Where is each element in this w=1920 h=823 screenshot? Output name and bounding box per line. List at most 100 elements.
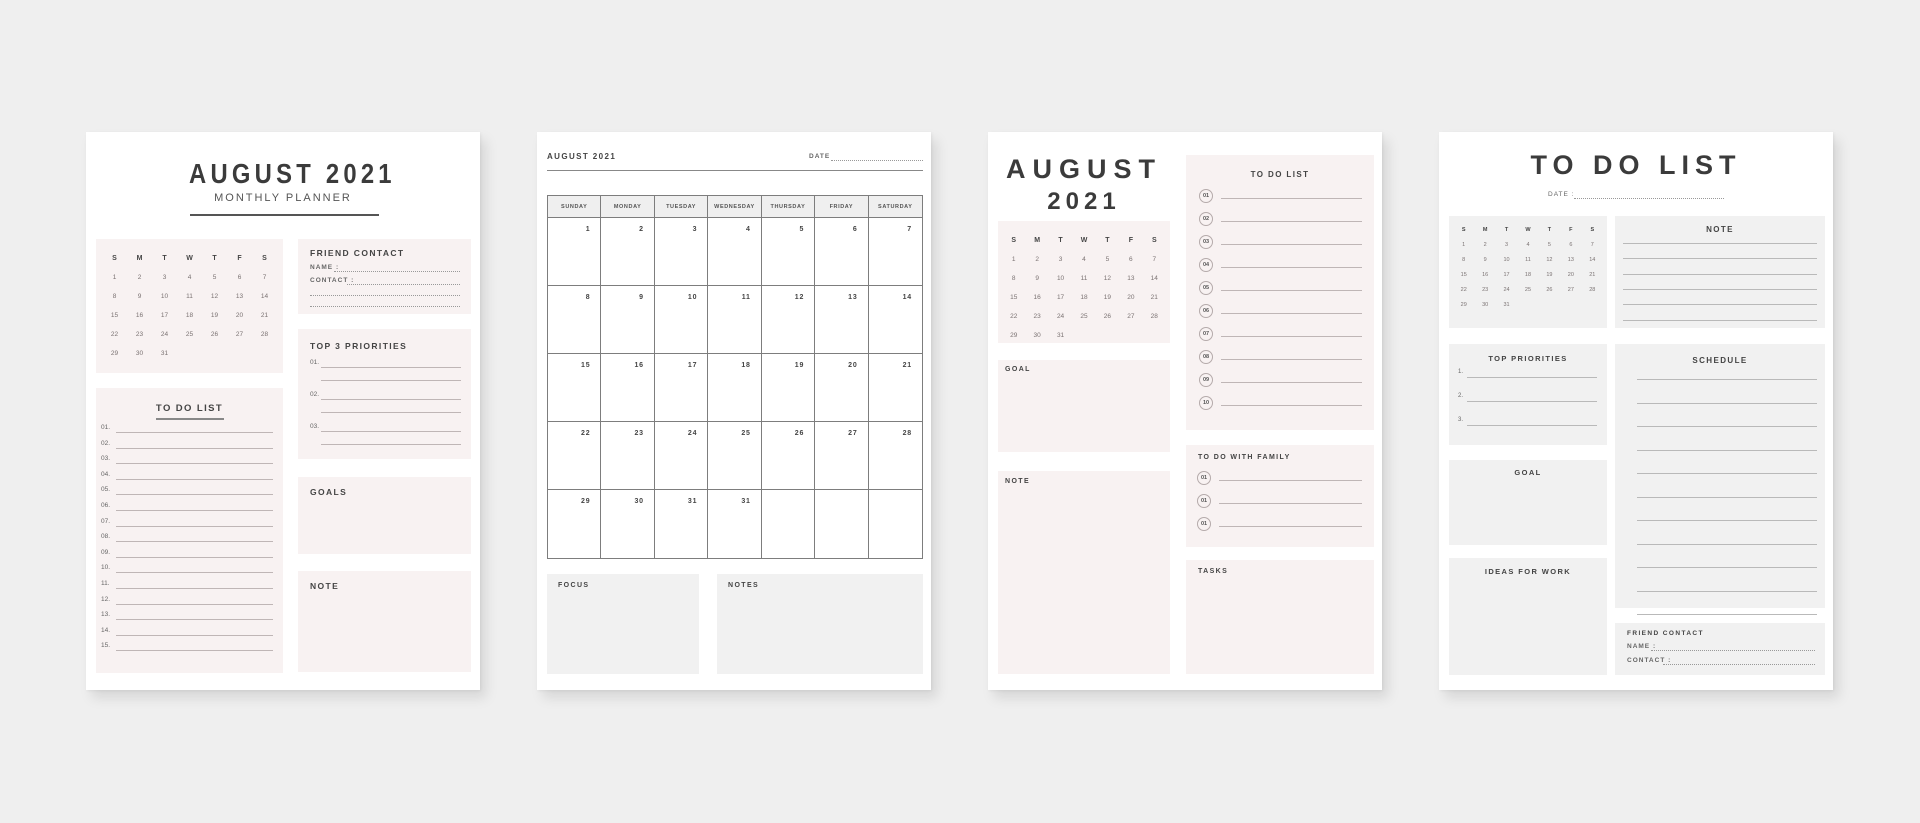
calendar-day[interactable]: 22 — [1002, 307, 1025, 326]
calendar-day-cell[interactable]: 18 — [708, 354, 762, 422]
calendar-day[interactable]: 30 — [1474, 298, 1495, 313]
calendar-day[interactable]: 14 — [252, 287, 277, 306]
calendar-day[interactable]: 31 — [1049, 326, 1072, 345]
calendar-day[interactable]: 18 — [1072, 288, 1095, 307]
todo-line[interactable] — [1221, 244, 1362, 245]
schedule-line[interactable] — [1637, 473, 1817, 474]
goals-box[interactable]: GOALS — [298, 477, 471, 554]
calendar-day[interactable]: 8 — [102, 287, 127, 306]
priority-line[interactable] — [321, 399, 461, 400]
calendar-day[interactable]: 4 — [1072, 250, 1095, 269]
calendar-day[interactable]: 12 — [1096, 269, 1119, 288]
calendar-day-cell[interactable]: 10 — [654, 286, 709, 354]
calendar-day[interactable]: 26 — [1539, 283, 1560, 298]
calendar-day[interactable]: 30 — [1025, 326, 1048, 345]
goal-box[interactable]: GOAL — [998, 360, 1170, 452]
calendar-day-cell[interactable]: 15 — [548, 354, 602, 422]
calendar-day[interactable]: 20 — [1119, 288, 1142, 307]
todo-line[interactable] — [116, 463, 273, 465]
calendar-day[interactable]: 31 — [152, 344, 177, 363]
todo-line[interactable] — [116, 634, 273, 636]
todo-line[interactable] — [116, 494, 273, 496]
todo-line[interactable] — [116, 572, 273, 574]
calendar-day[interactable]: 2 — [1474, 238, 1495, 253]
calendar-day-cell[interactable]: 2 — [601, 218, 655, 286]
calendar-day[interactable]: 11 — [1517, 253, 1538, 268]
calendar-day-cell[interactable]: 19 — [761, 354, 816, 422]
calendar-day[interactable]: 1 — [1453, 238, 1474, 253]
contact-field-extra[interactable] — [310, 306, 460, 307]
calendar-day[interactable]: 29 — [102, 344, 127, 363]
calendar-day[interactable]: 28 — [1143, 307, 1166, 326]
calendar-day[interactable]: 2 — [127, 268, 152, 287]
calendar-day[interactable]: 23 — [1025, 307, 1048, 326]
note-line[interactable] — [1623, 288, 1817, 290]
schedule-line[interactable] — [1637, 379, 1817, 380]
calendar-day-cell[interactable]: 29 — [548, 490, 602, 558]
todo-line[interactable] — [116, 510, 273, 511]
calendar-day[interactable]: 16 — [1474, 268, 1495, 283]
calendar-day[interactable]: 15 — [1453, 268, 1474, 283]
date-field[interactable] — [831, 160, 923, 161]
calendar-day-cell[interactable] — [815, 490, 869, 558]
calendar-day-cell[interactable] — [762, 490, 816, 558]
calendar-day[interactable]: 17 — [1496, 268, 1517, 283]
calendar-day[interactable]: 20 — [1560, 268, 1581, 283]
todo-line[interactable] — [1221, 290, 1362, 291]
date-field[interactable] — [1574, 198, 1724, 199]
calendar-day[interactable]: 22 — [1453, 283, 1474, 298]
calendar-day[interactable]: 7 — [1582, 238, 1603, 253]
note-line[interactable] — [1623, 258, 1817, 260]
calendar-day[interactable]: 1 — [102, 268, 127, 287]
note-box[interactable]: NOTE — [298, 571, 471, 672]
todo-line[interactable] — [1221, 382, 1362, 383]
focus-box[interactable]: FOCUS — [547, 574, 699, 674]
note-box[interactable]: NOTE — [998, 471, 1170, 674]
name-field[interactable] — [1651, 650, 1815, 651]
calendar-day[interactable]: 24 — [152, 325, 177, 344]
calendar-day-cell[interactable]: 27 — [815, 422, 869, 490]
calendar-day[interactable]: 23 — [1474, 283, 1495, 298]
calendar-day-cell[interactable]: 16 — [601, 354, 655, 422]
note-line[interactable] — [1623, 273, 1817, 275]
calendar-day[interactable]: 19 — [202, 306, 227, 325]
calendar-day[interactable]: 12 — [202, 287, 227, 306]
calendar-day[interactable]: 17 — [152, 306, 177, 325]
calendar-day[interactable]: 10 — [1049, 269, 1072, 288]
calendar-day[interactable]: 5 — [202, 268, 227, 287]
calendar-day[interactable]: 25 — [177, 325, 202, 344]
goal-box[interactable]: GOAL — [1449, 460, 1607, 545]
calendar-day-cell[interactable]: 31 — [655, 490, 709, 558]
priority-line[interactable] — [1467, 377, 1597, 378]
calendar-day-cell[interactable]: 26 — [761, 422, 816, 490]
calendar-day[interactable]: 6 — [227, 268, 252, 287]
calendar-day-cell[interactable]: 8 — [548, 286, 602, 354]
todo-line[interactable] — [1221, 405, 1362, 406]
calendar-day-cell[interactable]: 31 — [708, 490, 762, 558]
calendar-day[interactable]: 29 — [1453, 298, 1474, 313]
calendar-day[interactable]: 22 — [102, 325, 127, 344]
todo-line[interactable] — [1221, 359, 1362, 360]
calendar-day-cell[interactable]: 4 — [708, 218, 762, 286]
schedule-line[interactable] — [1637, 567, 1817, 568]
calendar-day[interactable]: 9 — [1474, 253, 1495, 268]
todo-line[interactable] — [116, 650, 273, 652]
calendar-day-cell[interactable]: 25 — [708, 422, 762, 490]
note-line[interactable] — [1623, 319, 1817, 321]
schedule-line[interactable] — [1637, 426, 1817, 427]
calendar-day[interactable]: 14 — [1582, 253, 1603, 268]
calendar-day[interactable]: 27 — [1560, 283, 1581, 298]
calendar-day-cell[interactable]: 23 — [601, 422, 655, 490]
calendar-day[interactable]: 10 — [1496, 253, 1517, 268]
calendar-day-cell[interactable]: 13 — [815, 286, 869, 354]
calendar-day[interactable]: 3 — [1496, 238, 1517, 253]
calendar-day[interactable]: 30 — [127, 344, 152, 363]
calendar-day[interactable]: 19 — [1096, 288, 1119, 307]
calendar-day[interactable]: 15 — [1002, 288, 1025, 307]
todo-line[interactable] — [1221, 221, 1362, 222]
calendar-day[interactable]: 10 — [152, 287, 177, 306]
name-field[interactable] — [334, 271, 460, 272]
calendar-day-cell[interactable]: 14 — [868, 286, 922, 354]
schedule-line[interactable] — [1637, 449, 1817, 451]
schedule-line[interactable] — [1637, 520, 1817, 521]
